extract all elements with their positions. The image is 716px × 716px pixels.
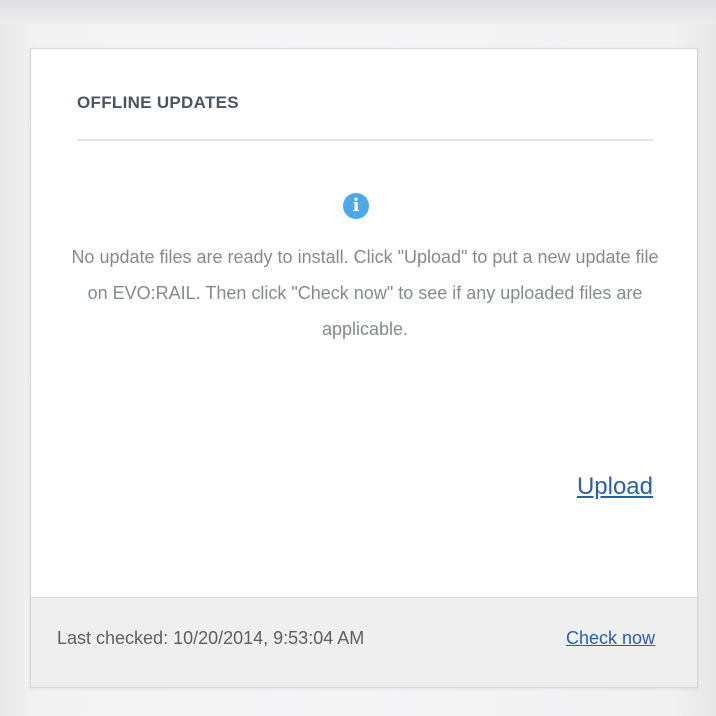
top-strip bbox=[0, 0, 716, 24]
offline-updates-panel: OFFLINE UPDATES i No update files are re… bbox=[30, 48, 698, 688]
info-icon: i bbox=[343, 193, 369, 219]
last-checked-text: Last checked: 10/20/2014, 9:53:04 AM bbox=[57, 628, 365, 648]
no-updates-message: No update files are ready to install. Cl… bbox=[71, 247, 659, 339]
panel-footer: Last checked: 10/20/2014, 9:53:04 AM Che… bbox=[31, 597, 697, 687]
title-divider bbox=[77, 139, 653, 141]
check-now-link[interactable]: Check now bbox=[566, 628, 655, 649]
upload-link[interactable]: Upload bbox=[577, 473, 653, 501]
panel-title: OFFLINE UPDATES bbox=[77, 93, 239, 112]
